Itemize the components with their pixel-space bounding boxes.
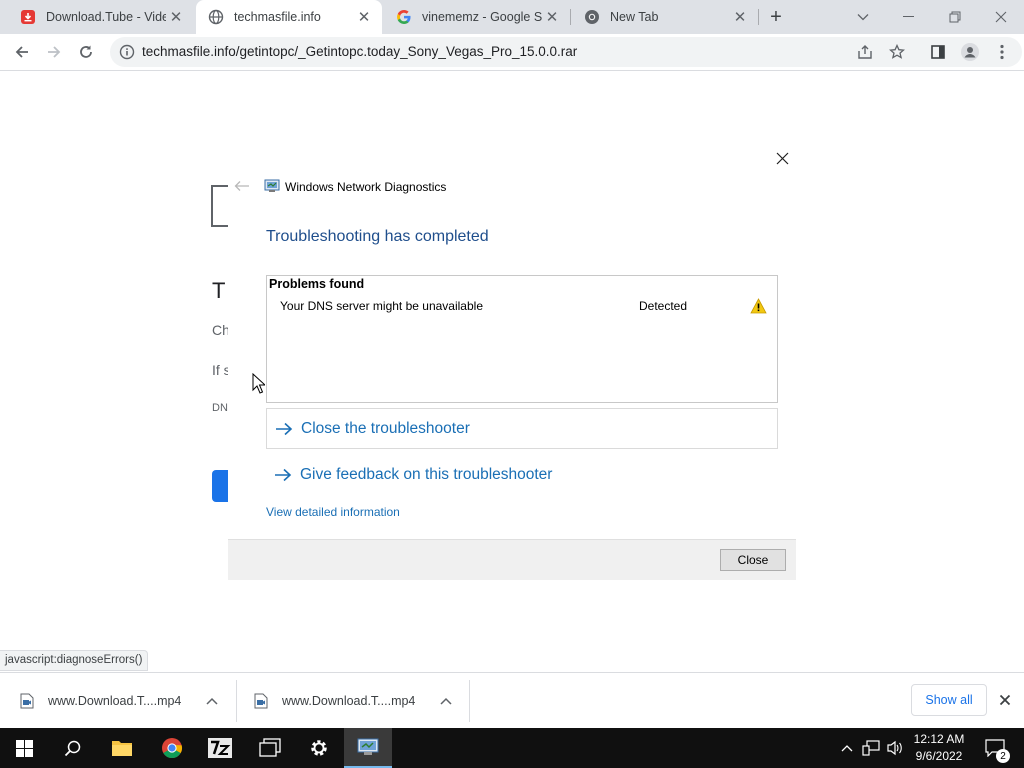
close-button[interactable]: Close <box>720 549 786 571</box>
option-label: Close the troubleshooter <box>301 419 470 437</box>
right-arrow-icon <box>274 468 294 482</box>
menu-kebab-icon[interactable] <box>988 38 1016 66</box>
error-heading: T <box>212 278 226 303</box>
network-diagnostics-dialog: Windows Network Diagnostics Troubleshoot… <box>228 140 796 580</box>
new-tab-button[interactable]: + <box>762 5 790 29</box>
reload-button[interactable] <box>72 38 100 66</box>
profile-avatar-icon[interactable] <box>956 38 984 66</box>
dialog-close-icon[interactable] <box>772 148 792 168</box>
volume-icon[interactable] <box>884 728 906 768</box>
download-item[interactable]: www.Download.T....mp4 <box>254 673 466 729</box>
error-code: DN <box>212 402 228 414</box>
window-close-button[interactable] <box>978 0 1024 34</box>
view-detailed-information-link[interactable]: View detailed information <box>266 505 400 519</box>
tab-strip: Download.Tube - Video ✕ techmasfile.info… <box>0 0 1024 34</box>
chrome-icon <box>584 9 600 25</box>
close-troubleshooter-option[interactable]: Close the troubleshooter <box>266 408 778 449</box>
download-filename: www.Download.T....mp4 <box>282 694 416 708</box>
give-feedback-option[interactable]: Give feedback on this troubleshooter <box>266 454 778 495</box>
chrome-icon[interactable] <box>148 728 196 768</box>
tab-close-icon[interactable]: ✕ <box>730 8 750 26</box>
tab-search-chevron-icon[interactable] <box>840 0 886 34</box>
chevron-up-icon[interactable] <box>440 694 452 708</box>
tab-download-tube[interactable]: Download.Tube - Video ✕ <box>8 0 194 34</box>
problem-row[interactable]: Your DNS server might be unavailable Det… <box>267 296 777 318</box>
tab-title: Download.Tube - Video <box>46 10 166 24</box>
google-icon <box>396 9 412 25</box>
tab-close-icon[interactable]: ✕ <box>542 8 562 26</box>
task-view-icon[interactable] <box>246 728 294 768</box>
back-button[interactable] <box>8 38 36 66</box>
tab-divider <box>570 9 571 25</box>
restore-button[interactable] <box>932 0 978 34</box>
show-hidden-icons-chevron-icon[interactable] <box>838 728 856 768</box>
network-icon[interactable] <box>860 728 882 768</box>
tab-close-icon[interactable]: ✕ <box>354 8 374 26</box>
tab-close-icon[interactable]: ✕ <box>166 8 186 26</box>
dialog-heading: Troubleshooting has completed <box>266 228 489 245</box>
tab-title: vinememz - Google Sea <box>422 10 542 24</box>
mouse-cursor-icon <box>252 372 267 397</box>
warning-icon <box>750 298 767 317</box>
link-status-bubble: javascript:diagnoseErrors() <box>0 650 149 671</box>
download-tube-icon <box>20 9 36 25</box>
notification-badge: 2 <box>996 749 1010 763</box>
windows-taskbar: 12:12 AM 9/6/2022 2 <box>0 728 1024 768</box>
tab-new-tab[interactable]: New Tab ✕ <box>572 0 758 34</box>
tab-title: New Tab <box>610 10 659 24</box>
url-text[interactable]: techmasfile.info/getintopc/_Getintopc.to… <box>142 44 577 59</box>
tab-title: techmasfile.info <box>234 10 321 24</box>
network-diagnostics-icon <box>264 179 280 196</box>
bookmark-star-icon[interactable] <box>888 43 906 63</box>
right-arrow-icon <box>275 422 295 436</box>
video-file-icon <box>20 693 34 709</box>
address-bar[interactable]: techmasfile.info/getintopc/_Getintopc.to… <box>110 37 1022 67</box>
dialog-back-arrow-icon[interactable] <box>234 180 250 195</box>
chevron-up-icon[interactable] <box>206 694 218 708</box>
tab-google-search[interactable]: vinememz - Google Sea ✕ <box>384 0 570 34</box>
video-file-icon <box>254 693 268 709</box>
dino-icon <box>211 185 229 227</box>
site-info-icon[interactable] <box>119 44 135 63</box>
dialog-footer: Close <box>228 539 796 580</box>
7zip-icon[interactable] <box>196 728 244 768</box>
close-shelf-icon[interactable] <box>999 694 1011 709</box>
download-filename: www.Download.T....mp4 <box>48 694 182 708</box>
problems-header: Problems found <box>269 277 365 291</box>
dialog-window-title: Windows Network Diagnostics <box>285 180 447 194</box>
side-panel-icon[interactable] <box>924 38 952 66</box>
forward-button[interactable] <box>40 38 68 66</box>
network-diagnostics-taskbar-icon[interactable] <box>344 728 392 768</box>
problem-description: Your DNS server might be unavailable <box>280 299 483 313</box>
globe-icon <box>208 9 224 25</box>
windows-start-icon[interactable] <box>0 728 48 768</box>
download-divider <box>469 680 470 722</box>
problem-status: Detected <box>639 299 688 313</box>
download-shelf: www.Download.T....mp4 www.Download.T....… <box>0 672 1024 728</box>
browser-toolbar: techmasfile.info/getintopc/_Getintopc.to… <box>0 34 1024 71</box>
settings-gear-icon[interactable] <box>295 728 343 768</box>
search-icon[interactable] <box>48 728 96 768</box>
clock-date: 9/6/2022 <box>915 749 963 763</box>
clock[interactable]: 12:12 AM 9/6/2022 <box>906 728 972 768</box>
clock-time: 12:12 AM <box>913 732 965 746</box>
download-item[interactable]: www.Download.T....mp4 <box>20 673 232 729</box>
share-icon[interactable] <box>857 44 873 63</box>
minimize-button[interactable] <box>886 0 932 34</box>
show-all-button[interactable]: Show all <box>911 684 987 716</box>
tab-divider <box>758 9 759 25</box>
option-label: Give feedback on this troubleshooter <box>300 465 553 483</box>
problems-found-panel: Problems found Your DNS server might be … <box>266 275 778 403</box>
tab-techmasfile[interactable]: techmasfile.info ✕ <box>196 0 382 34</box>
download-divider <box>236 680 237 722</box>
file-explorer-icon[interactable] <box>98 728 146 768</box>
notification-center-icon[interactable]: 2 <box>980 728 1010 768</box>
